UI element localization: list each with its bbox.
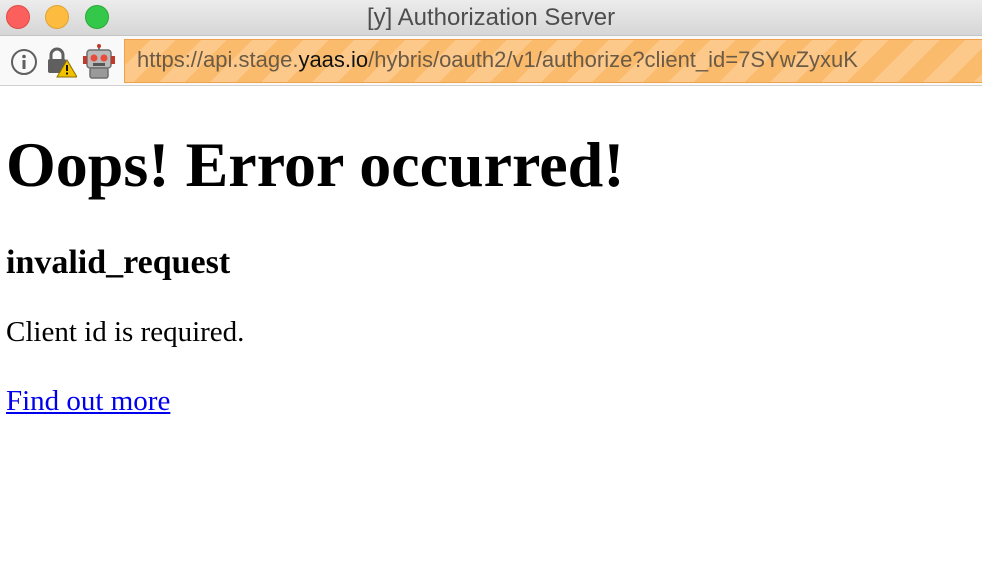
error-heading: Oops! Error occurred! [6,129,625,200]
info-icon[interactable] [10,48,38,76]
url-field[interactable]: https://api.stage.yaas.io/hybris/oauth2/… [124,39,982,83]
find-out-more-link[interactable]: Find out more [6,383,170,419]
url-host: yaas.io [298,47,369,72]
robot-icon[interactable] [81,44,117,80]
window-title: [y] Authorization Server [366,4,616,31]
error-message: Client id is required. [6,316,245,348]
page-content: Oops! Error occurred! invalid_request Cl… [6,86,976,419]
url-text: https://api.stage.yaas.io/hybris/oauth2/… [137,47,858,73]
address-bar: https://api.stage.yaas.io/hybris/oauth2/… [0,36,982,86]
insecure-lock-warning-icon[interactable] [45,46,78,78]
url-prefix: https://api.stage. [137,47,299,72]
url-path: /hybris/oauth2/v1/authorize?client_id=7S… [368,47,858,72]
error-code: invalid_request [6,244,231,281]
window-titlebar: [y] Authorization Server [0,0,982,36]
